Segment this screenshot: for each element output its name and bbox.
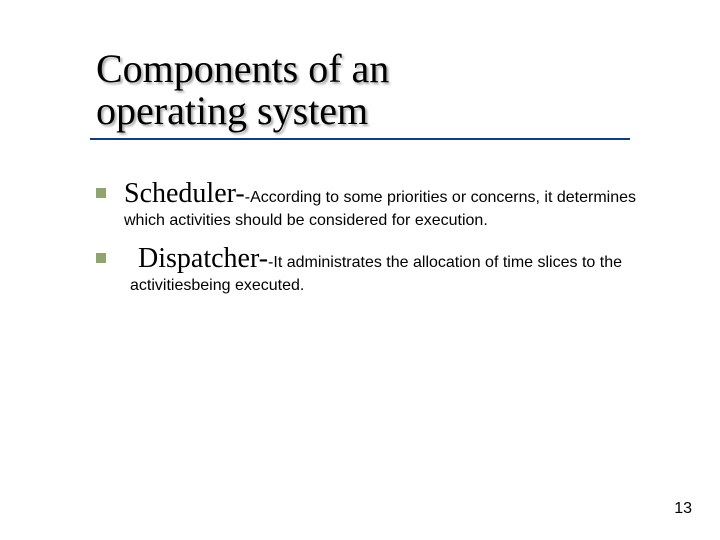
list-item-body: Dispatcher--It administrates the allocat… xyxy=(124,241,636,296)
term-scheduler: Scheduler- xyxy=(124,178,245,209)
title-line-1: Components of an xyxy=(96,46,389,91)
slide: Components of an operating system Schedu… xyxy=(0,0,720,540)
list-item-body: Scheduler--According to some priorities … xyxy=(124,176,636,231)
square-bullet-icon xyxy=(96,253,106,263)
title-line-2: operating system xyxy=(96,88,368,133)
slide-title: Components of an operating system xyxy=(96,48,720,132)
list-item: Scheduler--According to some priorities … xyxy=(96,176,636,231)
list-item: Dispatcher--It administrates the allocat… xyxy=(96,241,636,296)
square-bullet-icon xyxy=(96,188,106,198)
content-area: Scheduler--According to some priorities … xyxy=(96,176,636,296)
title-underline xyxy=(90,138,630,140)
page-number: 13 xyxy=(674,500,692,518)
term-dispatcher: Dispatcher- xyxy=(138,243,268,274)
